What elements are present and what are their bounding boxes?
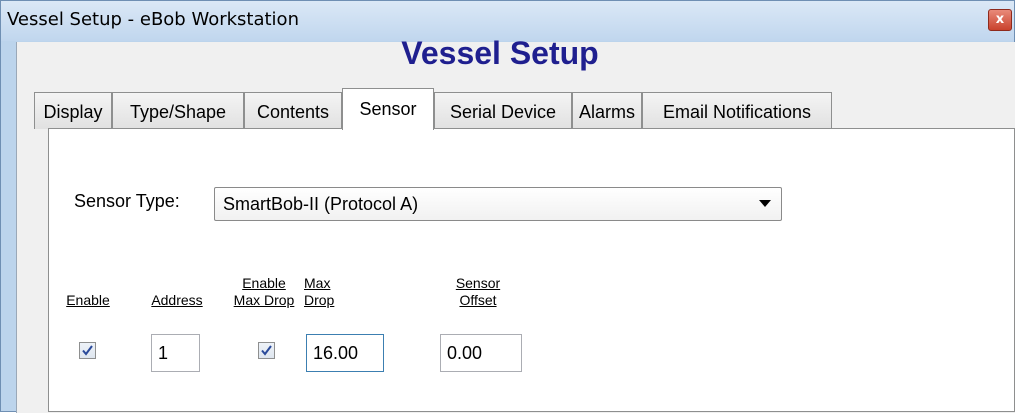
sensor-offset-header-line1: Sensor xyxy=(455,275,501,291)
sensor-offset-column-header: Sensor Offset xyxy=(446,275,510,309)
check-icon xyxy=(261,345,272,356)
tab-sensor[interactable]: Sensor xyxy=(342,88,434,130)
enable-checkbox[interactable] xyxy=(79,342,96,359)
sensor-offset-input[interactable]: 0.00 xyxy=(440,334,522,372)
enable-header-text: Enable xyxy=(66,292,110,308)
tab-type-shape[interactable]: Type/Shape xyxy=(112,92,244,129)
enable-column-header: Enable xyxy=(66,292,110,309)
page-title: Vessel Setup xyxy=(401,35,599,71)
tab-contents[interactable]: Contents xyxy=(244,92,342,129)
tab-display[interactable]: Display xyxy=(34,92,112,129)
chevron-down-icon xyxy=(759,200,771,207)
sensor-type-select[interactable]: SmartBob-II (Protocol A) xyxy=(214,187,782,221)
enable-max-drop-header-line2: Max Drop xyxy=(233,292,295,308)
close-button[interactable]: x xyxy=(988,9,1012,31)
max-drop-column-header: Max Drop xyxy=(304,275,334,309)
window-title: Vessel Setup - eBob Workstation xyxy=(7,9,299,30)
max-drop-header-line2: Drop xyxy=(304,292,335,308)
enable-max-drop-header-line1: Enable xyxy=(242,275,286,291)
check-icon xyxy=(82,345,93,356)
close-icon: x xyxy=(995,12,1005,27)
sensor-type-label: Sensor Type: xyxy=(74,191,180,211)
max-drop-input[interactable]: 16.00 xyxy=(306,334,384,372)
max-drop-header-line1: Max xyxy=(304,275,331,291)
sensor-offset-header-line2: Offset xyxy=(459,292,497,308)
address-header-text: Address xyxy=(151,292,203,308)
sensor-type-value: SmartBob-II (Protocol A) xyxy=(223,194,419,214)
tab-alarms[interactable]: Alarms xyxy=(572,92,642,129)
enable-max-drop-checkbox[interactable] xyxy=(258,342,275,359)
tab-email-notifications[interactable]: Email Notifications xyxy=(642,92,832,129)
enable-max-drop-column-header: Enable Max Drop xyxy=(228,275,300,309)
address-column-header: Address xyxy=(142,292,212,309)
address-input[interactable]: 1 xyxy=(151,334,200,372)
tab-serial-device[interactable]: Serial Device xyxy=(434,92,572,129)
